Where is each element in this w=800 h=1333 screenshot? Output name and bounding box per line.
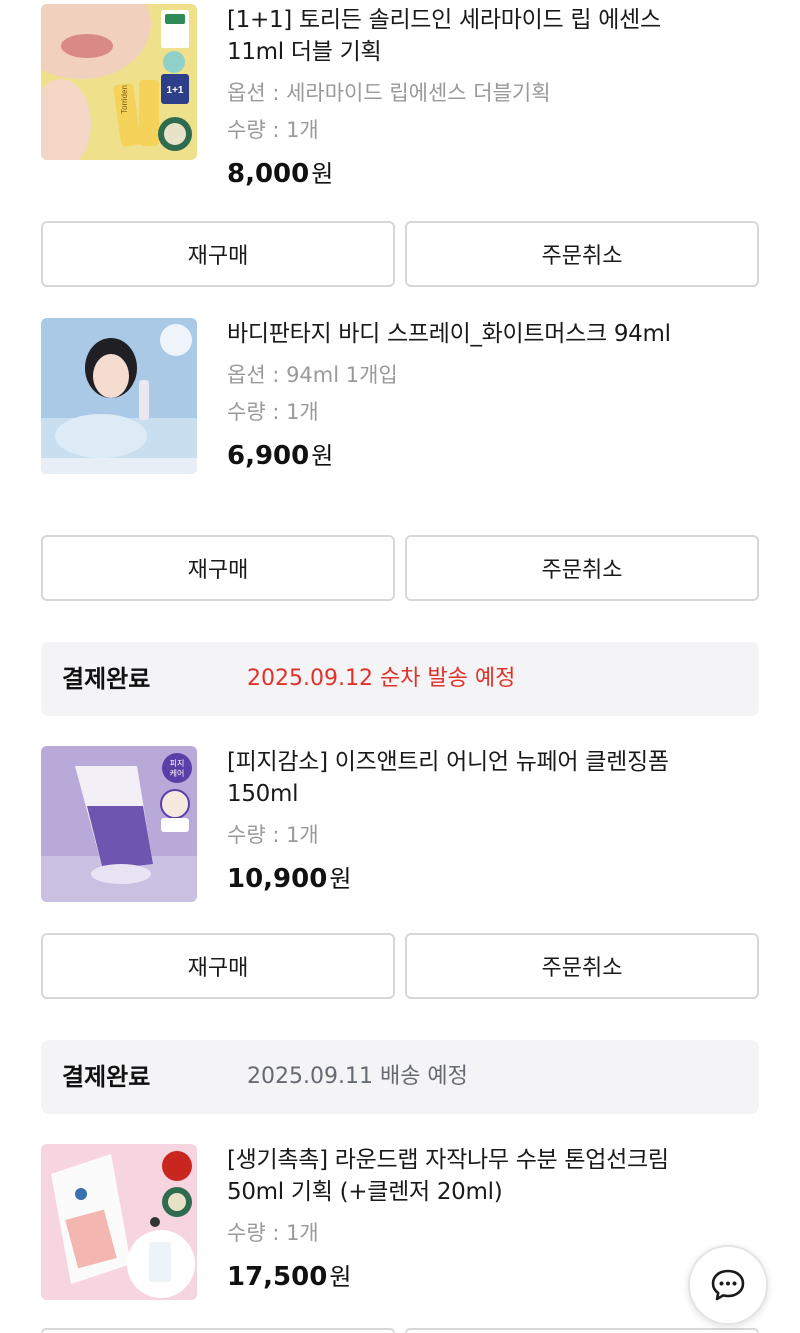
product-name[interactable]: [피지감소] 이즈앤트리 어니언 뉴페어 클렌징폼 150ml xyxy=(227,746,677,810)
order-actions xyxy=(41,1328,759,1333)
reorder-button[interactable]: 재구매 xyxy=(41,221,395,287)
cancel-order-button[interactable] xyxy=(405,1328,759,1333)
reorder-button[interactable]: 재구매 xyxy=(41,535,395,601)
delivery-date: 2025.09.12 순차 발송 예정 xyxy=(247,666,516,691)
cancel-order-button[interactable]: 주문취소 xyxy=(405,221,759,287)
order-item[interactable]: 피지 케어 [피지감소] 이즈앤트리 어니언 뉴페어 클렌징폼 150ml 수량… xyxy=(41,746,759,906)
price-currency: 원 xyxy=(329,1263,352,1291)
product-name[interactable]: 바디판타지 바디 스프레이_화이트머스크 94ml xyxy=(227,318,677,350)
order-item[interactable]: 바디판타지 바디 스프레이_화이트머스크 94ml 옵션 : 94ml 1개입 … xyxy=(41,318,759,478)
price-currency: 원 xyxy=(329,865,352,893)
delivery-date: 2025.09.11 배송 예정 xyxy=(247,1064,468,1089)
product-info: [생기촉촉] 라운드랩 자작나무 수분 톤업선크림 50ml 기획 (+클렌저 … xyxy=(227,1144,677,1294)
price-value: 17,500 xyxy=(227,1262,328,1292)
price-value: 10,900 xyxy=(227,864,328,894)
product-price: 8,000원 xyxy=(227,157,677,191)
product-quantity: 수량 : 1개 xyxy=(227,1221,319,1245)
order-item[interactable]: Torriden 1+1 [1+1] 토리든 솔리드인 세라마이드 립 에센스 … xyxy=(41,4,759,189)
price-currency: 원 xyxy=(311,160,334,188)
reorder-button[interactable]: 재구매 xyxy=(41,933,395,999)
price-value: 6,900 xyxy=(227,441,310,471)
product-image[interactable]: 피지 케어 xyxy=(41,746,197,902)
product-option: 옵션 : 94ml 1개입 xyxy=(227,363,398,387)
product-quantity: 수량 : 1개 xyxy=(227,118,319,142)
order-status-bar: 결제완료 2025.09.12 순차 발송 예정 xyxy=(41,642,759,716)
reorder-button[interactable] xyxy=(41,1328,395,1333)
badge-text: 피지 xyxy=(170,759,185,768)
product-info: [1+1] 토리든 솔리드인 세라마이드 립 에센스 11ml 더블 기획 옵션… xyxy=(227,4,677,191)
product-info: [피지감소] 이즈앤트리 어니언 뉴페어 클렌징폼 150ml 수량 : 1개 … xyxy=(227,746,677,896)
product-name[interactable]: [생기촉촉] 라운드랩 자작나무 수분 톤업선크림 50ml 기획 (+클렌저 … xyxy=(227,1144,677,1208)
product-info: 바디판타지 바디 스프레이_화이트머스크 94ml 옵션 : 94ml 1개입 … xyxy=(227,318,677,473)
badge-text: 케어 xyxy=(170,768,185,778)
product-image[interactable]: Torriden 1+1 xyxy=(41,4,197,160)
product-image[interactable] xyxy=(41,318,197,474)
order-status-bar: 결제완료 2025.09.11 배송 예정 xyxy=(41,1040,759,1114)
product-quantity: 수량 : 1개 xyxy=(227,823,319,847)
order-actions: 재구매 주문취소 xyxy=(41,535,759,601)
brand-label: Torriden xyxy=(120,85,129,114)
product-price: 17,500원 xyxy=(227,1260,677,1294)
badge-text: 1+1 xyxy=(167,85,184,96)
product-option: 옵션 : 세라마이드 립에센스 더블기획 xyxy=(227,81,551,105)
payment-status: 결제완료 xyxy=(62,1063,151,1091)
order-item[interactable]: [생기촉촉] 라운드랩 자작나무 수분 톤업선크림 50ml 기획 (+클렌저 … xyxy=(41,1144,759,1304)
product-price: 6,900원 xyxy=(227,439,677,473)
product-price: 10,900원 xyxy=(227,862,677,896)
order-actions: 재구매 주문취소 xyxy=(41,221,759,287)
cancel-order-button[interactable]: 주문취소 xyxy=(405,535,759,601)
price-value: 8,000 xyxy=(227,159,310,189)
product-quantity: 수량 : 1개 xyxy=(227,400,319,424)
cancel-order-button[interactable]: 주문취소 xyxy=(405,933,759,999)
order-actions: 재구매 주문취소 xyxy=(41,933,759,999)
chat-bubble-icon xyxy=(711,1269,745,1301)
product-image[interactable] xyxy=(41,1144,197,1300)
payment-status: 결제완료 xyxy=(62,665,151,693)
product-name[interactable]: [1+1] 토리든 솔리드인 세라마이드 립 에센스 11ml 더블 기획 xyxy=(227,4,677,68)
price-currency: 원 xyxy=(311,442,334,470)
chat-button[interactable] xyxy=(688,1245,768,1325)
